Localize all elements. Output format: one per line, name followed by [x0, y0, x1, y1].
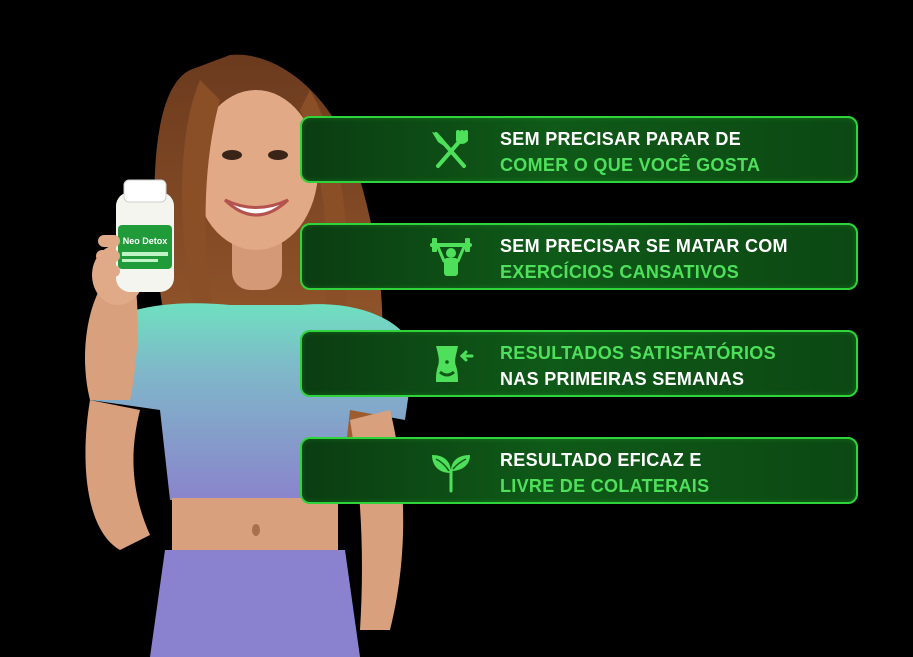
- benefit-text: SEM PRECISAR PARAR DE COMER O QUE VOCÊ G…: [500, 126, 850, 178]
- benefit-line-1: RESULTADO EFICAZ E: [500, 450, 702, 470]
- benefit-card: SEM PRECISAR SE MATAR COM EXERCÍCIOS CAN…: [300, 223, 858, 290]
- benefit-card: RESULTADOS SATISFATÓRIOS NAS PRIMEIRAS S…: [300, 330, 858, 397]
- product-bottle: Neo Detox: [116, 179, 174, 292]
- product-label: Neo Detox: [123, 236, 168, 246]
- benefit-text: RESULTADO EFICAZ E LIVRE DE COLATERAIS: [500, 447, 850, 499]
- benefit-card: SEM PRECISAR PARAR DE COMER O QUE VOCÊ G…: [300, 116, 858, 183]
- waist-slimming-icon: [428, 342, 474, 386]
- benefit-text: RESULTADOS SATISFATÓRIOS NAS PRIMEIRAS S…: [500, 340, 850, 392]
- banner: Neo Detox SEM PRECISAR PARAR DE COMER O …: [0, 0, 913, 657]
- benefit-line-2: COMER O QUE VOCÊ GOSTA: [500, 155, 761, 175]
- fork-knife-icon: [428, 128, 474, 172]
- benefit-text: SEM PRECISAR SE MATAR COM EXERCÍCIOS CAN…: [500, 233, 850, 285]
- benefit-line-2: NAS PRIMEIRAS SEMANAS: [500, 369, 745, 389]
- benefit-line-1: SEM PRECISAR SE MATAR COM: [500, 236, 788, 256]
- leaf-sprout-icon: [428, 449, 474, 493]
- weightlifting-icon: [428, 235, 474, 279]
- benefit-line-2: EXERCÍCIOS CANSATIVOS: [500, 262, 739, 282]
- benefit-card: RESULTADO EFICAZ E LIVRE DE COLATERAIS: [300, 437, 858, 504]
- benefit-line-1: RESULTADOS SATISFATÓRIOS: [500, 343, 776, 363]
- benefit-line-2: LIVRE DE COLATERAIS: [500, 476, 710, 496]
- benefit-line-1: SEM PRECISAR PARAR DE: [500, 129, 741, 149]
